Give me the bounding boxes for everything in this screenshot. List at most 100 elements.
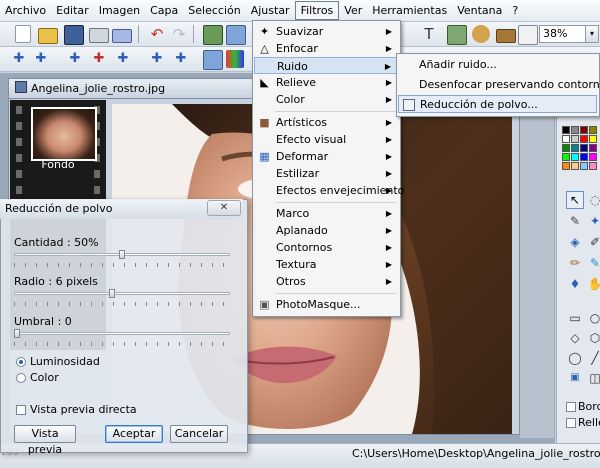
document-title: Angelina_jolie_rostro.jpg	[31, 82, 166, 95]
menu-item-estilizar[interactable]: Estilizar ▶	[254, 165, 399, 182]
menu-item-marco[interactable]: Marco ▶	[254, 205, 399, 222]
ellipse-icon[interactable]: ○	[586, 309, 600, 327]
color-palette[interactable]	[562, 126, 600, 176]
menu-item-suavizar[interactable]: ✦ Suavizar ▶	[254, 23, 399, 40]
undo-icon[interactable]: ↶	[148, 25, 166, 43]
submenu-item-desenfocar[interactable]: Desenfocar preservando contornos	[398, 76, 600, 94]
border-checkbox[interactable]	[566, 402, 576, 412]
menu-help[interactable]: ?	[507, 1, 523, 20]
line-icon[interactable]: ╱	[586, 349, 600, 367]
submenu-item-anadir-ruido[interactable]: Añadir ruido...	[398, 56, 597, 74]
blur-icon[interactable]: ✎	[586, 254, 600, 272]
filters-menu: ✦ Suavizar ▶ △ Enfocar ▶ Ruido ▶ ◣ Relieve ▶ Co…	[252, 20, 404, 317]
crop-icon[interactable]: ◫	[586, 369, 600, 387]
resize-icon[interactable]	[203, 50, 223, 70]
menu-item-color[interactable]: Color ▶	[254, 91, 399, 108]
emboss-icon: ◣	[260, 76, 269, 89]
window-icon[interactable]	[518, 25, 538, 45]
zoom-dropdown-button[interactable]: ▾	[585, 25, 599, 43]
amount-ticks	[14, 263, 230, 267]
color-balance-icon[interactable]: ✚	[90, 50, 108, 68]
luminosity-radio[interactable]	[16, 357, 26, 367]
menu-item-aplanado[interactable]: Aplanado ▶	[254, 222, 399, 239]
menu-item-otros[interactable]: Otros ▶	[254, 273, 399, 290]
menu-editar[interactable]: Editar	[51, 1, 94, 20]
auto-levels-icon[interactable]: ✚	[10, 50, 28, 68]
print-icon[interactable]	[89, 28, 109, 43]
brightness-icon[interactable]: ✚	[66, 50, 84, 68]
amount-slider[interactable]	[14, 250, 230, 259]
magic-wand-icon[interactable]: ✦	[586, 212, 600, 230]
copy-image-icon[interactable]	[203, 25, 223, 45]
new-file-icon[interactable]	[15, 25, 31, 43]
smudge-icon[interactable]: ✋	[586, 275, 600, 293]
menu-ventana[interactable]: Ventana	[452, 1, 507, 20]
effects-icon[interactable]	[472, 25, 490, 43]
rectangle-icon[interactable]: ▭	[566, 309, 584, 327]
accept-button[interactable]: Aceptar	[105, 425, 163, 443]
arrow-select-icon[interactable]: ↖	[566, 191, 584, 209]
redo-icon[interactable]: ↷	[170, 25, 188, 43]
menu-item-efecto-visual[interactable]: Efecto visual ▶	[254, 131, 399, 148]
submenu-arrow-icon: ▶	[385, 186, 392, 195]
menu-item-contornos[interactable]: Contornos ▶	[254, 239, 399, 256]
cancel-button[interactable]: Cancelar	[170, 425, 228, 443]
paste-image-icon[interactable]	[226, 25, 246, 45]
eyedropper-icon[interactable]: ✎	[566, 212, 584, 230]
menu-ver[interactable]: Ver	[339, 1, 367, 20]
submenu-item-reduccion-polvo[interactable]: Reducción de polvo...	[398, 95, 597, 113]
fill-bucket-icon[interactable]: ◈	[566, 233, 584, 251]
zoom-select[interactable]: 38%	[539, 25, 589, 43]
threshold-slider-thumb[interactable]	[14, 329, 20, 338]
menu-item-relieve[interactable]: ◣ Relieve ▶	[254, 74, 399, 91]
submenu-arrow-icon: ▶	[385, 209, 392, 218]
image-tool-icon[interactable]	[447, 25, 467, 45]
menu-capa[interactable]: Capa	[145, 1, 183, 20]
live-preview-checkbox[interactable]	[16, 405, 26, 415]
visual-effect-icon	[258, 133, 271, 146]
menu-imagen[interactable]: Imagen	[94, 1, 145, 20]
preview-button[interactable]: Vista previa	[14, 425, 76, 456]
folder-icon[interactable]	[496, 29, 516, 43]
drop-icon[interactable]: ♦	[566, 275, 584, 293]
open-folder-icon[interactable]	[38, 28, 58, 44]
sharpen-icon[interactable]: ✚	[114, 50, 132, 68]
gamma-icon[interactable]: ✚	[148, 50, 166, 68]
brush-icon[interactable]: ✐	[586, 233, 600, 251]
sharpen-triangle-icon: △	[260, 42, 269, 55]
menu-item-textura[interactable]: Textura ▶	[254, 256, 399, 273]
menu-item-efectos-envejecimiento[interactable]: Efectos envejecimiento ▶	[254, 182, 404, 199]
menu-filtros[interactable]: Filtros	[294, 1, 340, 20]
menu-herramientas[interactable]: Herramientas	[367, 1, 452, 20]
menu-item-photomasque[interactable]: ▣ PhotoMasque...	[254, 296, 399, 313]
radius-label: Radio : 6 pixels	[14, 275, 98, 288]
radius-slider-thumb[interactable]	[109, 289, 115, 298]
auto-contrast-icon[interactable]: ✚	[32, 50, 50, 68]
radius-slider[interactable]	[14, 289, 230, 298]
speech-bubble-icon[interactable]: ◯	[566, 349, 584, 367]
menu-item-deformar[interactable]: ▦ Deformar ▶	[254, 148, 399, 165]
diamond-icon[interactable]: ◇	[566, 329, 584, 347]
text-tool-icon[interactable]: T	[420, 25, 438, 43]
pencil-icon[interactable]: ✏	[566, 254, 584, 272]
color-radio[interactable]	[16, 373, 26, 383]
fill-checkbox[interactable]	[566, 418, 576, 428]
menu-seleccion[interactable]: Selección	[183, 1, 245, 20]
menu-item-enfocar[interactable]: △ Enfocar ▶	[254, 40, 399, 57]
polygon-icon[interactable]: ⬡	[586, 329, 600, 347]
save-icon[interactable]	[64, 25, 84, 45]
menu-item-ruido[interactable]: Ruido ▶	[254, 57, 399, 74]
lasso-icon[interactable]: ◌	[586, 191, 600, 209]
layer-thumbnail[interactable]	[31, 107, 97, 161]
color-icon[interactable]	[226, 50, 244, 68]
menu-archivo[interactable]: Archivo	[0, 1, 51, 20]
live-preview-label: Vista previa directa	[30, 403, 137, 416]
menu-item-artisticos[interactable]: ■ Artísticos ▶	[254, 114, 399, 131]
amount-slider-thumb[interactable]	[119, 250, 125, 259]
saturation-icon[interactable]: ✚	[172, 50, 190, 68]
threshold-slider[interactable]	[14, 329, 230, 338]
menu-ajustar[interactable]: Ajustar	[246, 1, 295, 20]
dialog-close-button[interactable]: ✕	[207, 200, 241, 216]
text-box-icon[interactable]: ▣	[566, 369, 584, 387]
scanner-icon[interactable]	[112, 29, 132, 43]
